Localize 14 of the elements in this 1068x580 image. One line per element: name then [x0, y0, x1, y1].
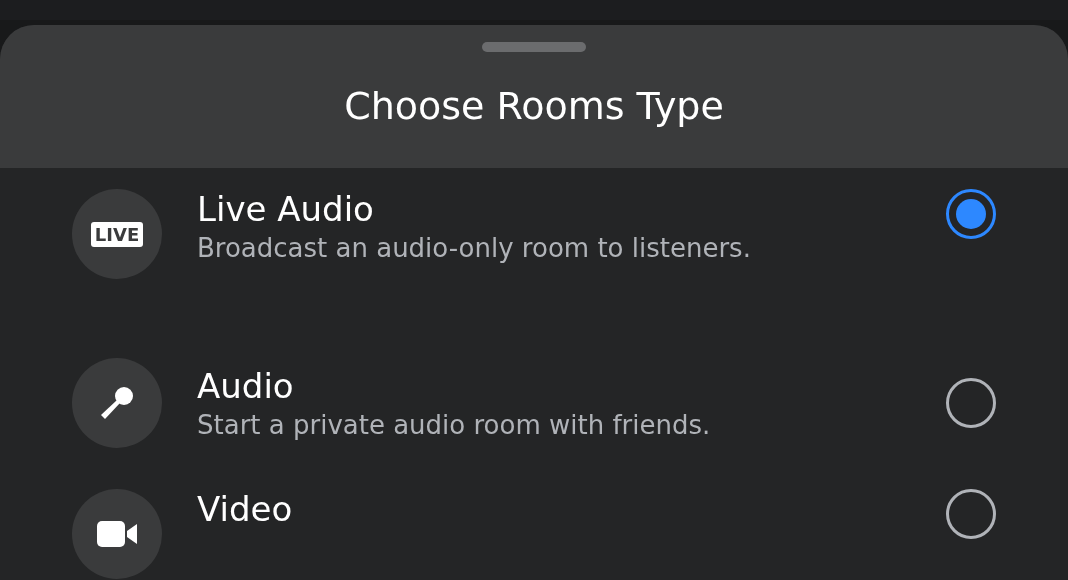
option-description: Broadcast an audio-only room to listeners.	[197, 233, 752, 263]
live-badge-icon: LIVE	[72, 189, 162, 279]
radio-button[interactable]	[946, 489, 996, 539]
sheet-title: Choose Rooms Type	[344, 84, 724, 128]
option-title: Audio	[197, 366, 295, 406]
room-type-option[interactable]: Video	[0, 483, 1068, 580]
room-type-option[interactable]: LIVE Live Audio Broadcast an audio-only room to listeners.	[0, 189, 1068, 323]
radio-button[interactable]	[946, 378, 996, 428]
option-description: Start a private audio room with friends.	[197, 410, 712, 440]
option-title: Video	[197, 489, 294, 529]
drag-handle[interactable]	[482, 42, 586, 52]
radio-button[interactable]	[946, 189, 996, 239]
option-title: Live Audio	[197, 189, 375, 229]
room-type-option[interactable]: Audio Start a private audio room with friends.	[0, 323, 1068, 483]
